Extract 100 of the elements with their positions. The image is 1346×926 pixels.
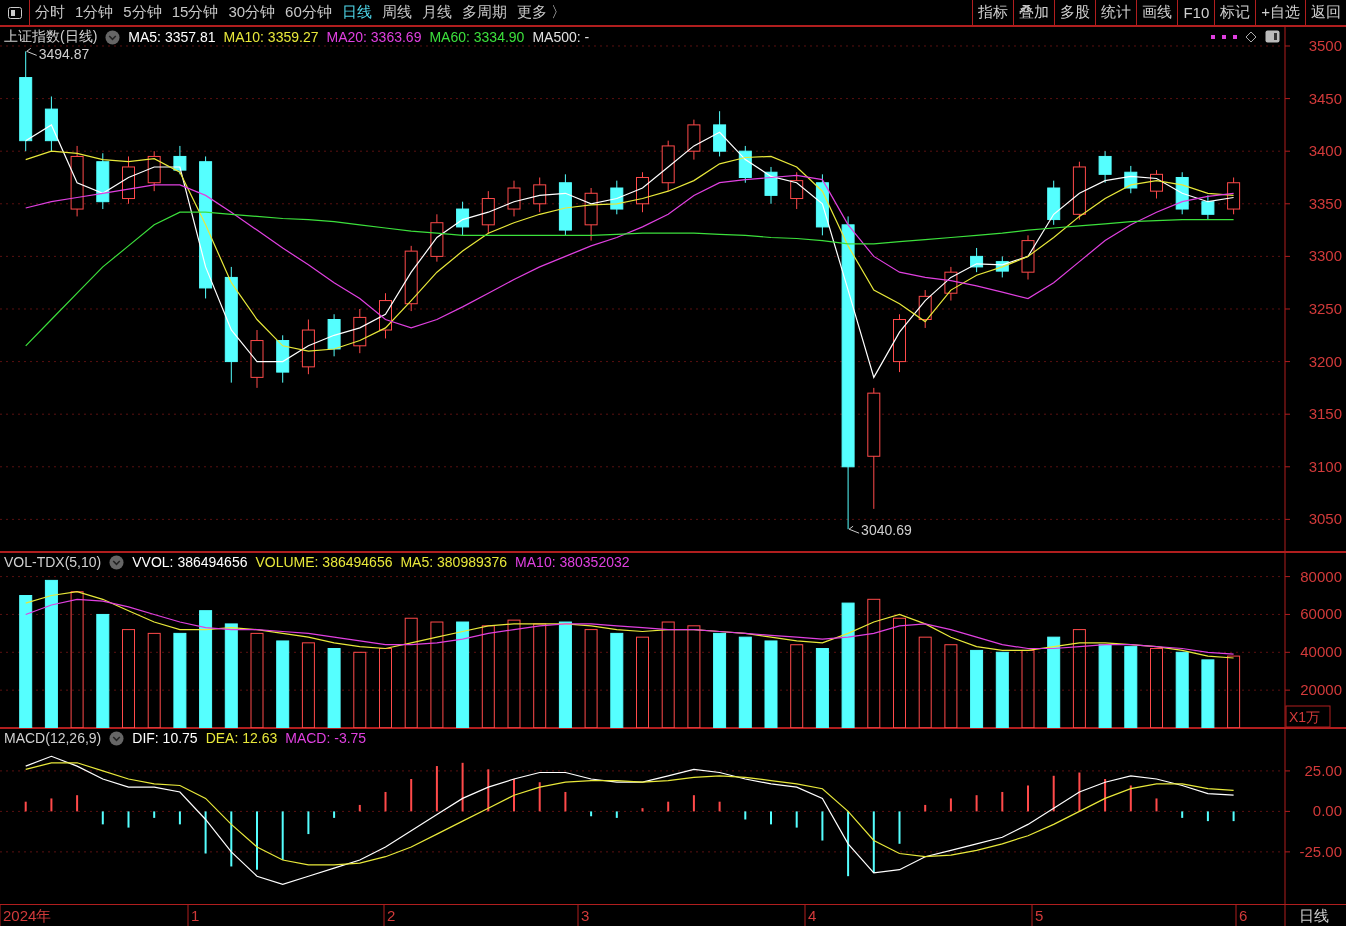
candlestick — [404, 245, 418, 312]
candlestick — [122, 155, 135, 205]
candlestick — [1072, 161, 1086, 221]
period-tab[interactable]: 月线 — [416, 0, 457, 25]
period-tab[interactable]: 1分钟 — [70, 0, 119, 25]
candlestick — [1175, 171, 1189, 215]
period-tab[interactable]: 多周期 — [456, 0, 512, 25]
axis-label: 3400 — [1308, 142, 1342, 160]
period-tab[interactable]: 15分钟 — [166, 0, 224, 25]
diamond-icon[interactable] — [1245, 30, 1257, 43]
indicator-title: MACD(12,26,9) — [4, 730, 102, 746]
chevron-down-icon[interactable] — [109, 554, 125, 570]
macd-bar — [847, 811, 850, 877]
candlestick — [584, 187, 598, 242]
indicator-title: 上证指数(日线) — [4, 28, 98, 46]
macd-bar — [76, 795, 79, 812]
macd-bar — [178, 811, 181, 825]
toolbar-button[interactable]: F10 — [1177, 0, 1215, 25]
macd-bar — [230, 811, 233, 867]
macd-bar — [975, 795, 978, 812]
candlestick — [1124, 165, 1138, 194]
legend-value: DEA: 12.63 — [205, 730, 278, 746]
toolbar-button[interactable]: 返回 — [1305, 0, 1346, 25]
macd-bar — [641, 808, 644, 812]
toolbar-button[interactable]: +自选 — [1255, 0, 1305, 25]
price-annotation: 3494.87 — [26, 46, 90, 63]
toolbar-button[interactable]: 画线 — [1136, 0, 1178, 25]
period-tab[interactable]: 更多 〉 — [511, 0, 571, 25]
panel-toggle-icon[interactable] — [1265, 30, 1280, 43]
period-tab[interactable]: 周线 — [376, 0, 417, 25]
toolbar-button[interactable]: 叠加 — [1013, 0, 1055, 25]
period-tab[interactable]: 日线 — [336, 0, 377, 25]
date-label: 1 — [191, 907, 200, 924]
candlestick — [70, 145, 84, 217]
macd-bar — [1104, 779, 1107, 812]
legend-value: MA20: 3363.69 — [326, 29, 422, 45]
axis-label: 3050 — [1308, 510, 1342, 528]
axis-label: 3300 — [1308, 247, 1342, 265]
candlestick — [250, 329, 264, 389]
legend-value: VOLUME: 386494656 — [255, 554, 393, 570]
macd-bar — [1232, 811, 1235, 822]
candlestick — [507, 180, 521, 217]
legend-value: MA10: 3359.27 — [223, 29, 319, 45]
macd-bar — [487, 769, 490, 812]
candlestick — [893, 313, 906, 373]
axis-label: 3100 — [1308, 457, 1342, 475]
candlestick — [1021, 234, 1035, 281]
period-tab[interactable]: 30分钟 — [223, 0, 281, 25]
axis-label: 0.00 — [1312, 802, 1342, 820]
candlestick — [944, 266, 958, 302]
macd-bar — [410, 779, 413, 812]
toolbar-button[interactable]: 多股 — [1054, 0, 1096, 25]
candlestick — [96, 152, 110, 210]
period-label: 日线 — [1299, 907, 1329, 924]
macd-bar — [872, 811, 875, 873]
legend-value: DIF: 10.75 — [132, 730, 198, 746]
chevron-down-icon[interactable] — [109, 730, 125, 746]
candlestick — [456, 201, 470, 236]
macd-bar — [435, 766, 438, 812]
macd-bar — [718, 801, 721, 812]
more-dots-icon[interactable] — [1211, 34, 1237, 39]
toolbar-button[interactable]: 标记 — [1214, 0, 1256, 25]
candlestick — [379, 292, 392, 339]
date-label: 3 — [581, 907, 590, 924]
macd-bar — [1078, 772, 1081, 812]
candlestick — [430, 213, 444, 263]
macd-bar — [949, 798, 952, 812]
axis-label: 3500 — [1308, 37, 1342, 54]
macd-bar — [204, 811, 207, 854]
toolbar-button[interactable]: 指标 — [972, 0, 1014, 25]
macd-bar — [281, 811, 284, 860]
macd-bar — [795, 811, 798, 828]
candlestick — [533, 177, 547, 213]
period-tab[interactable]: 5分钟 — [118, 0, 167, 25]
legend-value: MACD: -3.75 — [285, 730, 367, 746]
candlestick — [790, 171, 804, 210]
date-label: 5 — [1035, 907, 1044, 924]
legend-value: MA500: - — [532, 29, 590, 45]
indicator-title: VOL-TDX(5,10) — [4, 554, 102, 570]
axis-label: 40000 — [1300, 643, 1342, 661]
candlestick — [1047, 180, 1061, 226]
period-tab[interactable]: 60分钟 — [280, 0, 337, 25]
macd-bar — [384, 791, 387, 812]
toolbar-button[interactable]: 统计 — [1095, 0, 1137, 25]
candlestick — [301, 319, 315, 375]
macd-bar — [101, 811, 104, 825]
candlestick — [327, 313, 341, 357]
date-label: 6 — [1239, 907, 1248, 924]
chevron-down-icon[interactable] — [105, 29, 121, 45]
macd-bar — [153, 811, 156, 818]
macd-bar — [307, 811, 310, 835]
macd-bar — [1052, 775, 1055, 812]
period-tab[interactable]: 分时 — [30, 0, 70, 25]
macd-bar — [667, 801, 670, 812]
candlestick — [918, 289, 932, 329]
volume-bar — [1201, 659, 1215, 728]
candlestick — [610, 180, 624, 215]
axis-label: 3200 — [1308, 352, 1342, 370]
candlestick — [1150, 169, 1163, 200]
macd-bar — [924, 804, 927, 812]
